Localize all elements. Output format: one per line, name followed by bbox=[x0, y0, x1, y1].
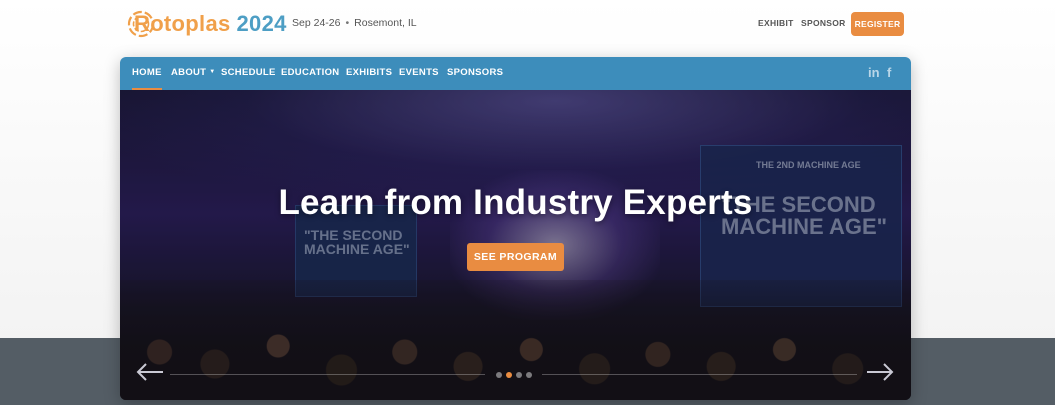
brand-wordmark: Rotoplas 2024 bbox=[127, 11, 287, 37]
indicator-line-left bbox=[170, 374, 485, 375]
nav-item-about[interactable]: ABOUT ▼ bbox=[171, 57, 216, 90]
nav-item-education[interactable]: EDUCATION bbox=[281, 57, 339, 90]
brand-name: Rotoplas bbox=[134, 11, 231, 36]
event-dates: Sep 24-26 bbox=[292, 17, 341, 29]
nav-item-schedule[interactable]: SCHEDULE bbox=[221, 57, 276, 90]
event-separator: • bbox=[345, 17, 350, 29]
register-button[interactable]: REGISTER bbox=[851, 12, 904, 36]
hero-carousel: "THE SECOND MACHINE AGE" THE 2ND MACHINE… bbox=[120, 90, 911, 400]
carousel-indicators bbox=[120, 372, 911, 378]
nav-item-events[interactable]: EVENTS bbox=[399, 57, 439, 90]
carousel-dot-3[interactable] bbox=[516, 372, 522, 378]
linkedin-icon[interactable]: in bbox=[868, 65, 880, 80]
event-location: Rosemont, IL bbox=[354, 17, 417, 29]
caret-down-icon: ▼ bbox=[209, 69, 216, 75]
indicator-line-right bbox=[542, 374, 857, 375]
nav-item-exhibits[interactable]: EXHIBITS bbox=[346, 57, 392, 90]
main-card: HOME ABOUT ▼ SCHEDULE EDUCATION EXHIBITS … bbox=[120, 57, 911, 400]
nav-item-about-label: ABOUT bbox=[171, 67, 207, 79]
top-header: Rotoplas 2024 Sep 24-26 • Rosemont, IL EXHI… bbox=[0, 0, 1055, 48]
facebook-icon[interactable]: f bbox=[887, 65, 891, 80]
carousel-dot-4[interactable] bbox=[526, 372, 532, 378]
see-program-button[interactable]: SEE PROGRAM bbox=[467, 243, 564, 271]
nav-item-home[interactable]: HOME bbox=[132, 57, 162, 90]
nav-item-sponsors[interactable]: SPONSORS bbox=[447, 57, 503, 90]
main-nav: HOME ABOUT ▼ SCHEDULE EDUCATION EXHIBITS … bbox=[120, 57, 911, 90]
event-info: Sep 24-26 • Rosemont, IL bbox=[292, 17, 417, 29]
brand-logo[interactable]: Rotoplas 2024 bbox=[127, 8, 287, 40]
carousel-dot-1[interactable] bbox=[496, 372, 502, 378]
hero-headline: Learn from Industry Experts bbox=[278, 183, 753, 222]
exhibit-link[interactable]: EXHIBIT bbox=[758, 18, 794, 28]
carousel-dot-2[interactable] bbox=[506, 372, 512, 378]
brand-year: 2024 bbox=[236, 11, 287, 36]
sponsor-link[interactable]: SPONSOR bbox=[801, 18, 846, 28]
